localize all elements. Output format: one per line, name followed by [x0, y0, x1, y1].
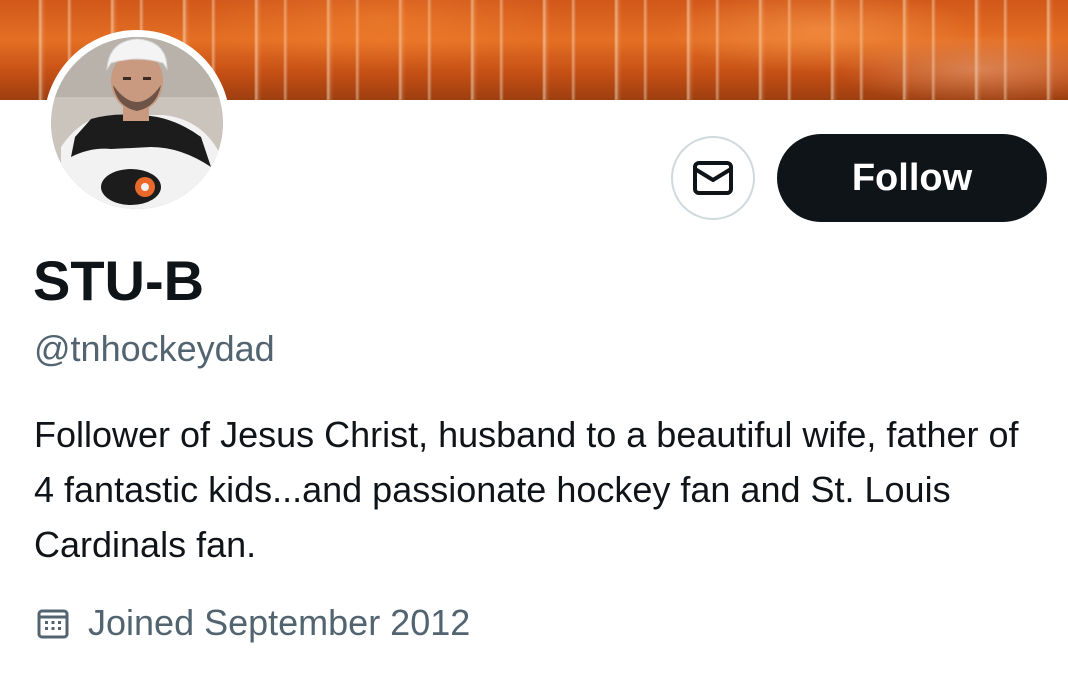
follow-button[interactable]: Follow	[777, 134, 1047, 222]
joined-label: Joined September 2012	[88, 602, 471, 643]
calendar-icon	[37, 609, 69, 639]
profile-bio: Follower of Jesus Christ, husband to a b…	[34, 414, 1019, 565]
profile-actions: Follow	[671, 134, 1047, 222]
avatar-image	[51, 37, 223, 209]
envelope-icon	[693, 161, 733, 195]
display-name: STU-B	[33, 249, 205, 312]
joined-date: Joined September 2012	[36, 602, 470, 644]
profile-page: Follow STU-B @tnhockeydad Follower of Je…	[0, 0, 1068, 676]
user-handle: @tnhockeydad	[34, 328, 275, 369]
message-button[interactable]	[671, 136, 755, 220]
profile-avatar[interactable]	[44, 30, 230, 216]
